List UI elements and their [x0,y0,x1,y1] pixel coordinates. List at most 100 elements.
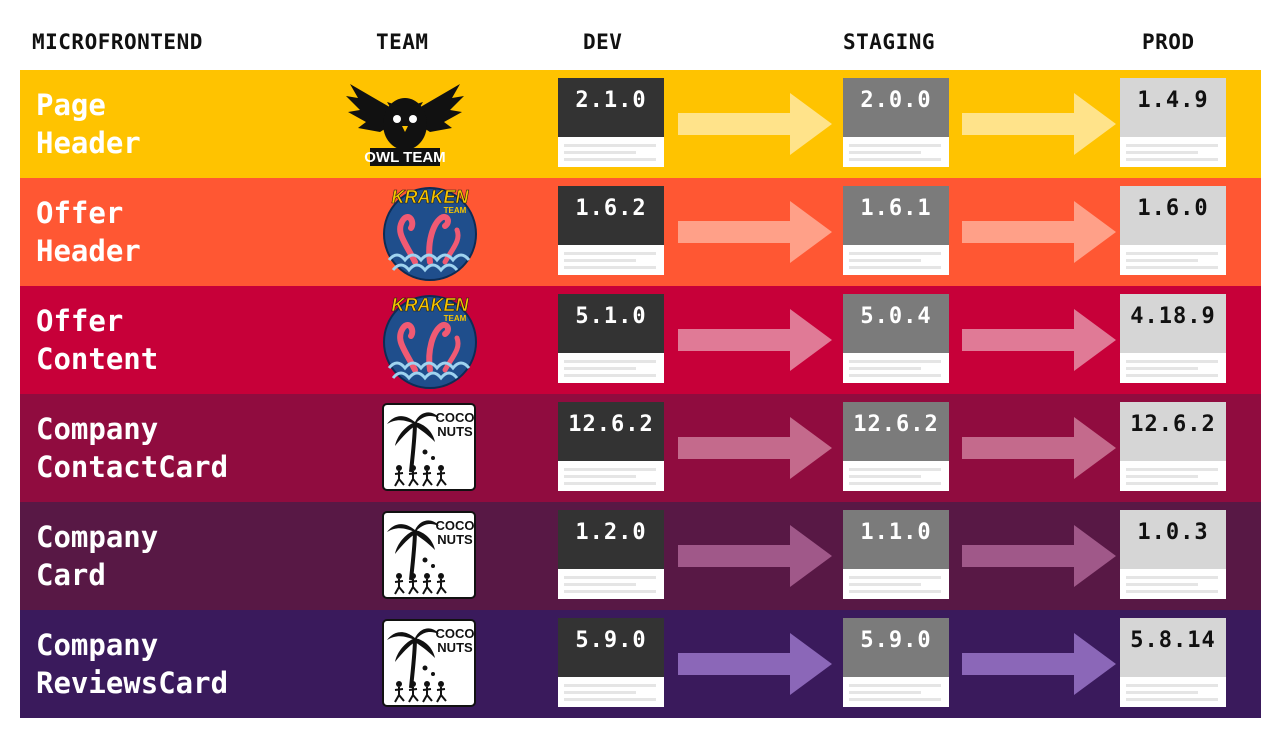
card-placeholder-line [564,583,636,586]
card-placeholder-line [849,590,941,593]
card-placeholder-line [564,151,636,154]
microfrontend-name-line2: Card [36,558,106,592]
coconuts-label-line2: NUTS [437,640,473,655]
owl-team-label: OWL TEAM [364,149,445,166]
staging-version-card: 5.0.4 [843,294,949,383]
microfrontend-name-line1: Offer [36,304,124,338]
prod-version-card-version: 12.6.2 [1120,402,1226,461]
card-placeholder-line [849,367,921,370]
microfrontend-name: Company Card [36,518,158,594]
microfrontend-name-line1: Company [36,412,159,446]
staging-version-card: 5.9.0 [843,618,949,707]
coconuts-label-line1: COCO [436,626,475,641]
card-placeholder-line [849,266,941,269]
card-placeholder-line [1126,475,1198,478]
header-microfrontend: MICROFRONTEND [32,30,203,54]
card-placeholder-line [564,374,656,377]
header-team: TEAM [376,30,429,54]
microfrontend-name-line1: Company [36,520,159,554]
table-row: Company ContactCard COCO NUTS 12.6.2 12.6.2 12… [20,394,1261,502]
dev-version-card-version: 1.2.0 [558,510,664,569]
staging-version-card: 1.1.0 [843,510,949,599]
kraken-team-logo: KRAKENTEAM [383,187,477,281]
microfrontend-name: Offer Header [36,194,141,270]
table-row: Company ReviewsCard COCO NUTS 5.9.0 5.9.0 5.8.… [20,610,1261,718]
card-placeholder-line [1126,590,1218,593]
card-placeholder-line [564,144,656,147]
microfrontend-name: Company ContactCard [36,410,228,486]
staging-version-card-version: 12.6.2 [843,402,949,461]
staging-version-card-version: 2.0.0 [843,78,949,137]
card-placeholder-line [849,691,921,694]
staging-version-card: 2.0.0 [843,78,949,167]
staging-version-card: 12.6.2 [843,402,949,491]
staging-version-card: 1.6.1 [843,186,949,275]
card-placeholder-line [564,252,656,255]
header-prod: PROD [1142,30,1195,54]
card-placeholder-line [1126,583,1198,586]
card-placeholder-line [564,259,636,262]
prod-version-card-version: 1.6.0 [1120,186,1226,245]
prod-version-card: 1.0.3 [1120,510,1226,599]
microfrontend-name: Page Header [36,86,141,162]
prod-version-card-version: 4.18.9 [1120,294,1226,353]
card-placeholder-line [1126,482,1218,485]
dev-to-staging-arrow [678,309,832,371]
card-placeholder-line [564,360,656,363]
card-placeholder-line [849,698,941,701]
prod-version-card: 1.6.0 [1120,186,1226,275]
card-placeholder-line [849,374,941,377]
dev-version-card: 5.9.0 [558,618,664,707]
card-placeholder-line [564,590,656,593]
card-placeholder-line [564,684,656,687]
card-placeholder-line [849,360,941,363]
card-placeholder-line [849,252,941,255]
microfrontend-name-line2: Header [36,126,141,160]
card-placeholder-line [1126,158,1218,161]
staging-version-card-version: 5.9.0 [843,618,949,677]
dev-to-staging-arrow [678,417,832,479]
microfrontend-name-line1: Page [36,88,106,122]
microfrontend-name-line2: ContactCard [36,450,229,484]
dev-version-card-version: 5.1.0 [558,294,664,353]
card-placeholder-line [564,698,656,701]
dev-version-card: 12.6.2 [558,402,664,491]
card-placeholder-line [1126,259,1198,262]
coconuts-label-line1: COCO [436,410,475,425]
staging-version-card-version: 5.0.4 [843,294,949,353]
microfrontend-name-line1: Offer [36,196,124,230]
staging-to-prod-arrow [962,633,1116,695]
card-placeholder-line [1126,576,1218,579]
microfrontend-name-line2: Content [36,342,159,376]
coconuts-team-logo: COCONUTS [382,403,476,491]
dev-version-card-version: 5.9.0 [558,618,664,677]
coconuts-team-logo: COCONUTS [382,511,476,599]
microfrontend-name: Company ReviewsCard [36,626,228,702]
kraken-label: KRAKEN [391,187,469,207]
coconuts-team-logo: COCONUTS [382,619,476,707]
dev-version-card: 1.6.2 [558,186,664,275]
card-placeholder-line [849,475,921,478]
staging-to-prod-arrow [962,525,1116,587]
card-placeholder-line [1126,266,1218,269]
card-placeholder-line [564,468,656,471]
kraken-sub-label: TEAM [444,314,467,323]
prod-version-card-version: 1.0.3 [1120,510,1226,569]
prod-version-card: 5.8.14 [1120,618,1226,707]
table-row: Page Header OWL TEAM 2.1.0 2.0.0 1.4.9 [20,70,1261,178]
prod-version-card: 12.6.2 [1120,402,1226,491]
microfrontend-name-line2: ReviewsCard [36,666,229,700]
card-placeholder-line [1126,252,1218,255]
table-row: Offer Header KRAKEN TEAM 1.6.2 1.6.1 1.6.0 [20,178,1261,286]
card-placeholder-line [564,367,636,370]
staging-to-prod-arrow [962,201,1116,263]
card-placeholder-line [849,144,941,147]
coconuts-label-line2: NUTS [437,532,473,547]
card-placeholder-line [849,583,921,586]
microfrontend-name-line1: Company [36,628,159,662]
card-placeholder-line [564,266,656,269]
card-placeholder-line [849,158,941,161]
card-placeholder-line [849,259,921,262]
coconuts-label-line2: NUTS [437,424,473,439]
prod-version-card: 1.4.9 [1120,78,1226,167]
